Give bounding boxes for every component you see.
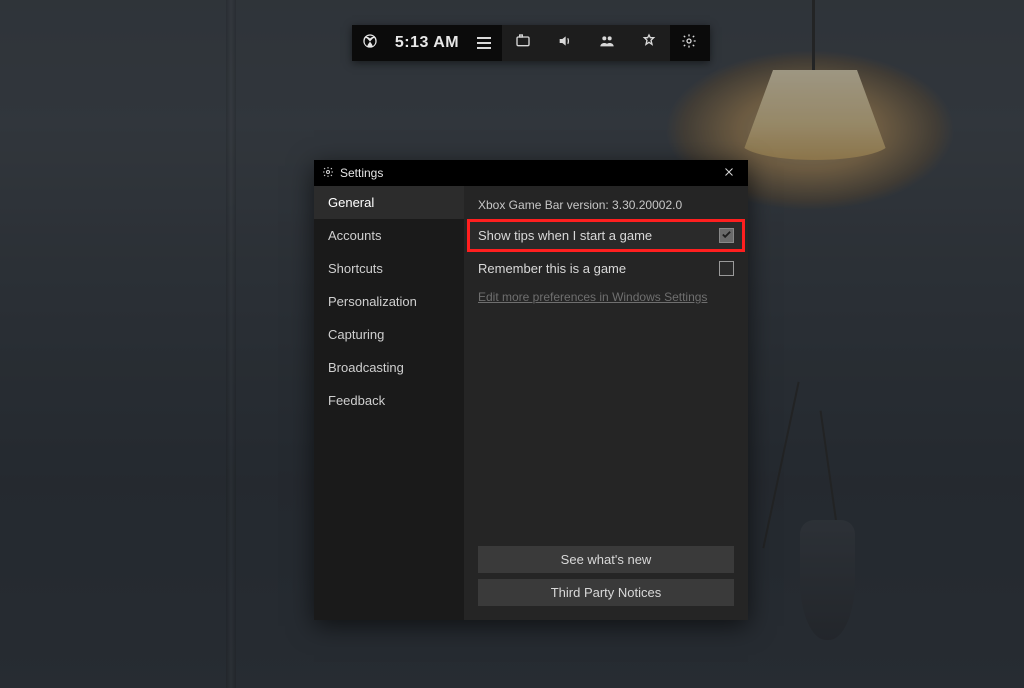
option-show-tips[interactable]: Show tips when I start a game	[470, 222, 742, 249]
sidebar-item-label: General	[328, 195, 374, 210]
performance-icon	[641, 33, 657, 54]
xbox-button[interactable]	[352, 25, 388, 61]
gear-icon	[322, 166, 334, 181]
sidebar-item-accounts[interactable]: Accounts	[314, 219, 464, 252]
sidebar-item-broadcasting[interactable]: Broadcasting	[314, 351, 464, 384]
clock: 5:13 AM	[388, 25, 466, 61]
see-whats-new-button[interactable]: See what's new	[478, 546, 734, 573]
sidebar-item-label: Personalization	[328, 294, 417, 309]
audio-icon	[557, 33, 573, 54]
checkbox-show-tips[interactable]	[719, 228, 734, 243]
performance-button[interactable]	[628, 25, 670, 61]
sidebar-item-label: Accounts	[328, 228, 381, 243]
sidebar-item-feedback[interactable]: Feedback	[314, 384, 464, 417]
capture-icon	[515, 33, 531, 54]
option-remember-game[interactable]: Remember this is a game	[470, 255, 742, 282]
sidebar-item-personalization[interactable]: Personalization	[314, 285, 464, 318]
widgets-menu-button[interactable]	[466, 25, 502, 61]
sidebar-item-shortcuts[interactable]: Shortcuts	[314, 252, 464, 285]
edit-more-preferences-link[interactable]: Edit more preferences in Windows Setting…	[478, 290, 734, 304]
settings-content: Xbox Game Bar version: 3.30.20002.0 Show…	[464, 186, 748, 620]
sidebar-item-label: Feedback	[328, 393, 385, 408]
sidebar-item-capturing[interactable]: Capturing	[314, 318, 464, 351]
xbox-icon	[362, 33, 378, 54]
social-button[interactable]	[586, 25, 628, 61]
sidebar-item-label: Capturing	[328, 327, 384, 342]
settings-icon	[681, 33, 697, 54]
third-party-notices-button[interactable]: Third Party Notices	[478, 579, 734, 606]
capture-button[interactable]	[502, 25, 544, 61]
xbox-game-bar-topbar: 5:13 AM	[352, 25, 710, 61]
titlebar-left: Settings	[322, 166, 383, 181]
audio-button[interactable]	[544, 25, 586, 61]
check-icon	[721, 228, 732, 243]
sidebar-item-label: Shortcuts	[328, 261, 383, 276]
close-button[interactable]	[718, 162, 740, 184]
option-label: Remember this is a game	[478, 261, 626, 276]
settings-titlebar: Settings	[314, 160, 748, 186]
menu-icon	[477, 37, 491, 49]
version-text: Xbox Game Bar version: 3.30.20002.0	[478, 198, 734, 212]
close-icon	[723, 166, 735, 181]
settings-body: General Accounts Shortcuts Personalizati…	[314, 186, 748, 620]
checkbox-remember-game[interactable]	[719, 261, 734, 276]
sidebar-item-general[interactable]: General	[314, 186, 464, 219]
settings-sidebar: General Accounts Shortcuts Personalizati…	[314, 186, 464, 620]
option-label: Show tips when I start a game	[478, 228, 652, 243]
settings-title: Settings	[340, 166, 383, 180]
content-bottom: See what's new Third Party Notices	[478, 546, 734, 606]
settings-button[interactable]	[670, 25, 708, 61]
social-icon	[599, 33, 615, 54]
settings-window: Settings General Accounts Shortcuts Pers…	[314, 160, 748, 620]
sidebar-item-label: Broadcasting	[328, 360, 404, 375]
clock-time: 5:13 AM	[395, 34, 459, 52]
